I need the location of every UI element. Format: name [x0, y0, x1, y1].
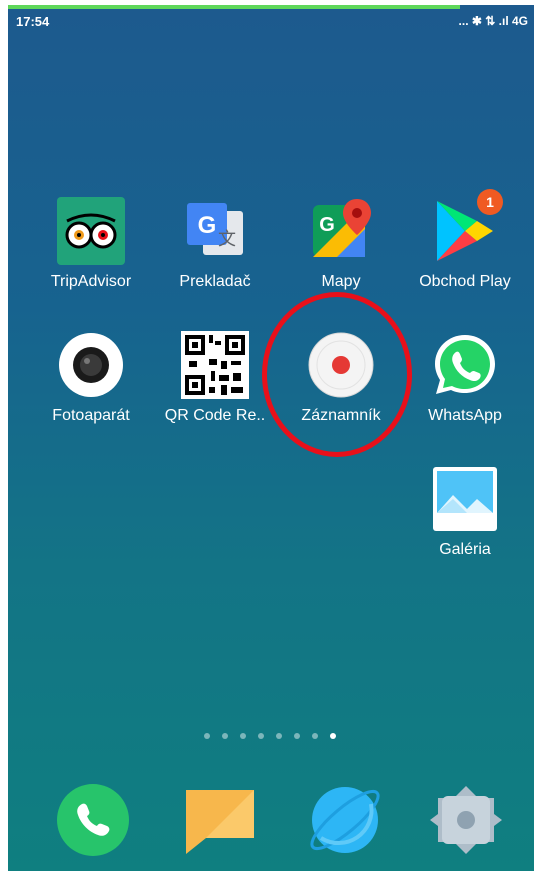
- page-dot[interactable]: [204, 733, 210, 739]
- dock-settings[interactable]: [426, 780, 506, 860]
- status-icons: ... ✱ ⇅ .ıl 4G: [458, 14, 528, 28]
- dock-phone[interactable]: [53, 780, 133, 860]
- status-time: 17:54: [16, 14, 50, 29]
- page-dot[interactable]: [294, 733, 300, 739]
- whatsapp-icon: [431, 331, 499, 399]
- app-play-store[interactable]: 1 Obchod Play: [410, 189, 520, 291]
- camera-icon: [57, 331, 125, 399]
- page-indicator[interactable]: [204, 733, 336, 739]
- app-label: QR Code Re..: [164, 407, 266, 424]
- app-whatsapp[interactable]: WhatsApp: [410, 331, 520, 425]
- google-translate-icon: G 文: [181, 197, 249, 265]
- status-indicators: ... ✱ ⇅ .ıl 4G: [459, 14, 528, 28]
- svg-text:G: G: [319, 214, 335, 236]
- phone-icon: [57, 784, 129, 856]
- dock-messages[interactable]: [180, 780, 260, 860]
- app-qr-reader[interactable]: QR Code Re..: [160, 331, 270, 425]
- dock-browser[interactable]: [305, 780, 385, 860]
- app-label: Mapy: [321, 273, 361, 290]
- page-dot[interactable]: [276, 733, 282, 739]
- app-camera[interactable]: Fotoaparát: [36, 331, 146, 425]
- settings-icon: [430, 786, 502, 854]
- page-dot[interactable]: [312, 733, 318, 739]
- gallery-icon: [431, 465, 499, 533]
- page-dot[interactable]: [258, 733, 264, 739]
- app-translate[interactable]: G 文 Prekladač: [160, 197, 270, 291]
- progress-line: [8, 5, 460, 9]
- page-dot[interactable]: [240, 733, 246, 739]
- app-gallery[interactable]: Galéria: [410, 465, 520, 559]
- messages-icon: [186, 790, 254, 854]
- page-dot-active[interactable]: [330, 733, 336, 739]
- app-label: WhatsApp: [428, 407, 502, 424]
- play-store-icon: 1: [431, 189, 503, 265]
- tripadvisor-icon: [57, 197, 125, 265]
- app-label: Fotoaparát: [52, 407, 130, 424]
- qr-code-icon: [181, 331, 249, 399]
- highlight-circle: [262, 292, 412, 457]
- browser-icon: [310, 787, 380, 853]
- svg-text:G: G: [198, 212, 217, 239]
- app-label: Prekladač: [179, 273, 251, 290]
- app-label: Obchod Play: [419, 273, 511, 290]
- notification-badge: 1: [477, 189, 503, 215]
- app-maps[interactable]: G Mapy: [286, 197, 396, 291]
- home-screen: 17:54 ... ✱ ⇅ .ıl 4G TripAdvisor G 文 Pre…: [8, 5, 534, 871]
- app-tripadvisor[interactable]: TripAdvisor: [36, 197, 146, 291]
- google-maps-icon: G: [307, 197, 375, 265]
- app-label: Galéria: [439, 541, 491, 558]
- app-label: TripAdvisor: [50, 273, 132, 290]
- page-dot[interactable]: [222, 733, 228, 739]
- svg-text:文: 文: [218, 229, 236, 250]
